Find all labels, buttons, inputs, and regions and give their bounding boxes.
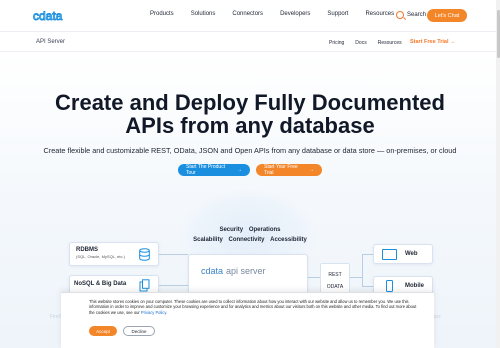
lets-chat-button[interactable]: Let's Chat (427, 9, 467, 22)
scrollbar-thumb[interactable] (496, 10, 500, 58)
nav-products-label: Products (150, 11, 174, 17)
start-free-trial-link[interactable]: Start Free Trial → (410, 39, 456, 45)
nav-resources-label: Resources (365, 11, 395, 17)
hero-subheading: Create flexible and customizable REST, O… (43, 146, 457, 155)
core-product-name: api server (226, 266, 266, 276)
search-button[interactable]: Search (396, 11, 426, 19)
monitor-icon (382, 249, 397, 260)
cookie-banner: This website stores cookies on your comp… (61, 292, 434, 348)
nav-support-label: Support (327, 11, 349, 17)
security-label: Security (219, 227, 244, 233)
connector-line (362, 254, 373, 255)
product-name[interactable]: API Server (36, 39, 65, 45)
phone-icon (386, 280, 393, 292)
subnav-pricing[interactable]: Pricing (329, 40, 344, 46)
nav-connectors[interactable]: Connectors (232, 11, 263, 17)
nav-developers-label: Developers (280, 11, 311, 17)
cookie-decline-button[interactable]: Decline (123, 326, 155, 336)
cookie-notice-text: This website stores cookies on your comp… (89, 299, 419, 315)
cookie-accept-button[interactable]: Accept (89, 326, 117, 336)
search-label: Search (407, 12, 427, 18)
nav-products[interactable]: Products (150, 11, 174, 17)
search-icon (396, 11, 404, 19)
arrow-right-icon: → (309, 167, 314, 173)
headline-line-1: Create and Deploy Fully Documented (55, 90, 445, 115)
product-subnav: API Server Pricing Docs Resources Start … (0, 33, 500, 52)
logo-wordmark: cdata (33, 10, 63, 22)
operations-label: Operations (248, 227, 281, 233)
connector-line (362, 254, 363, 286)
nav-solutions-label: Solutions (190, 11, 216, 17)
rdbms-card: RDBMS (SQL, Oracle, MySQL, etc.) (69, 242, 159, 266)
product-tour-label: Start The Product Tour (186, 164, 226, 176)
rest-label: REST (328, 272, 342, 278)
free-trial-button[interactable]: Start Your Free Trial → (256, 164, 322, 176)
arrow-right-icon: → (450, 39, 456, 45)
big-data-icon (139, 279, 150, 292)
nav-solutions[interactable]: Solutions (191, 11, 216, 17)
hero-cta-row: Start The Product Tour → Start Your Free… (0, 164, 500, 176)
page-scrollbar[interactable] (496, 0, 500, 348)
page-title: Create and Deploy Fully Documented APIs … (0, 91, 500, 137)
cdata-logo[interactable]: cdata (33, 9, 71, 23)
cookie-body: This website stores cookies on your comp… (89, 299, 417, 315)
trial-link-label: Start Free Trial (410, 39, 449, 45)
connector-line (308, 277, 320, 278)
nav-resources[interactable]: Resources (365, 11, 394, 17)
connector-line (362, 286, 373, 287)
accessibility-label: Accessibility (270, 237, 307, 243)
subnav-docs[interactable]: Docs (355, 40, 366, 46)
subnav-links: Pricing Docs Resources (329, 40, 413, 46)
nav-connectors-label: Connectors (232, 11, 264, 17)
top-nav: cdata Products Solutions Connectors Deve… (0, 0, 500, 32)
headline-line-2: APIs from any database (125, 113, 375, 138)
nav-support[interactable]: Support (327, 11, 348, 17)
connector-line (159, 254, 188, 255)
database-icon (139, 248, 150, 261)
mobile-label: Mobile (405, 283, 424, 289)
product-tour-button[interactable]: Start The Product Tour → (178, 164, 250, 176)
api-server-logo: cdata api server (201, 266, 266, 276)
connectivity-label: Connectivity (228, 237, 265, 243)
connector-line (350, 277, 362, 278)
free-trial-label: Start Your Free Trial (264, 164, 298, 176)
web-label: Web (405, 251, 418, 257)
core-logo-wordmark: cdata (201, 266, 224, 276)
scalability-label: Scalability (193, 237, 223, 243)
subnav-resources[interactable]: Resources (378, 40, 402, 46)
connector-line (159, 285, 188, 286)
privacy-policy-link[interactable]: Privacy Policy. (141, 310, 167, 315)
web-card: Web (373, 244, 433, 264)
cdata-logo-mark: cdata (33, 10, 63, 22)
security-row: Security Operations (0, 227, 500, 233)
nav-developers[interactable]: Developers (280, 11, 310, 17)
arrow-right-icon: → (237, 167, 242, 173)
main-nav: Products Solutions Connectors Developers… (150, 11, 411, 17)
protocol-box: REST ODATA (320, 263, 350, 293)
